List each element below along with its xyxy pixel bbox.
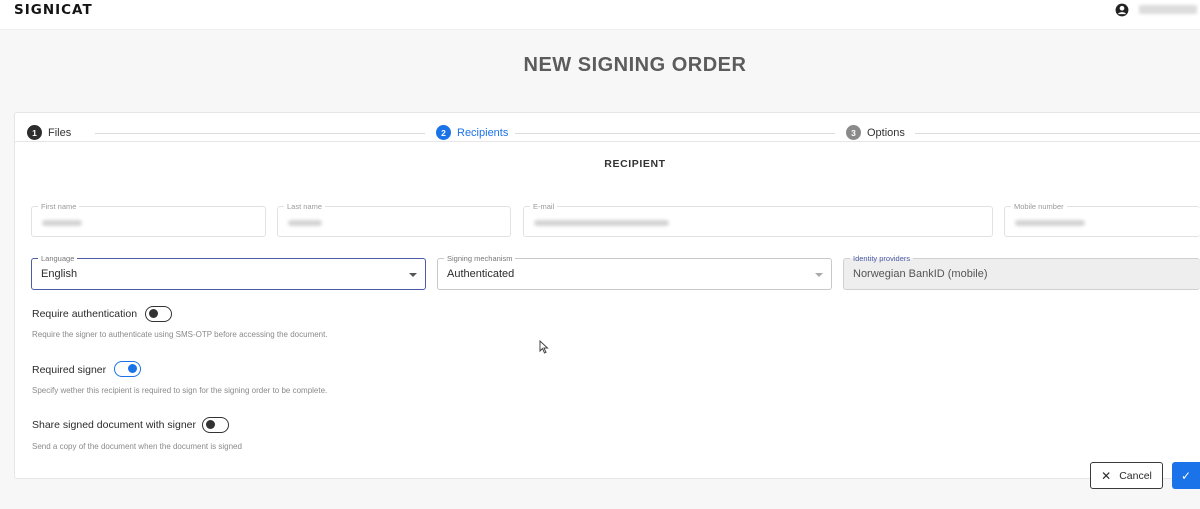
step-connector [95,133,425,134]
required-signer-description: Specify wether this recipient is require… [32,386,328,395]
identity-providers-select[interactable]: Identity providers Norwegian BankID (mob… [843,254,1200,290]
confirm-button[interactable]: ✓ [1172,462,1200,489]
identity-providers-label: Identity providers [850,254,914,263]
email-value-blurred [534,220,669,226]
mouse-cursor-icon [539,340,549,354]
first-name-field[interactable]: First name [31,202,266,237]
language-select[interactable]: Language English [31,254,426,290]
email-field[interactable]: E-mail [523,202,993,237]
step-label-files: Files [48,126,72,139]
toggle-knob [149,309,158,318]
require-authentication-description: Require the signer to authenticate using… [32,330,328,339]
check-icon: ✓ [1180,468,1192,483]
last-name-label: Last name [284,202,326,211]
step-files[interactable]: 1 Files [27,125,71,140]
signing-mechanism-label: Signing mechanism [444,254,516,263]
require-authentication-toggle[interactable] [145,306,172,322]
cancel-label: Cancel [1119,469,1152,482]
email-label: E-mail [530,202,558,211]
step-options[interactable]: 3 Options [846,125,905,140]
step-label-recipients: Recipients [457,126,509,139]
step-number-3: 3 [846,125,861,140]
toggle-knob [206,420,215,429]
share-signed-document-toggle[interactable] [202,417,229,433]
chevron-down-icon [815,273,823,277]
step-connector [515,133,835,134]
user-name-blurred[interactable] [1139,5,1197,14]
first-name-value-blurred [42,220,82,226]
require-authentication-title: Require authentication [32,308,138,320]
mobile-number-label: Mobile number [1011,202,1067,211]
signicat-logo[interactable]: SIGNICAT [14,2,93,18]
step-number-2: 2 [436,125,451,140]
language-label: Language [38,254,78,263]
required-signer-toggle[interactable] [114,361,141,377]
identity-providers-value: Norwegian BankID (mobile) [853,268,988,280]
mobile-number-value-blurred [1015,220,1085,226]
toggle-knob [128,364,137,373]
page-title: NEW SIGNING ORDER [523,54,747,76]
close-icon: ✕ [1101,468,1112,483]
first-name-label: First name [38,202,80,211]
required-signer-title: Required signer [32,364,107,376]
last-name-field[interactable]: Last name [277,202,511,237]
cancel-button[interactable]: ✕ Cancel [1090,462,1163,489]
step-number-1: 1 [27,125,42,140]
recipient-title: RECIPIENT [604,158,666,170]
account-circle-icon[interactable] [1115,3,1129,17]
signing-mechanism-value: Authenticated [447,268,515,280]
last-name-value-blurred [288,220,322,226]
signing-mechanism-select[interactable]: Signing mechanism Authenticated [437,254,832,290]
mobile-number-field[interactable]: Mobile number [1004,202,1200,237]
chevron-down-icon [409,273,417,277]
step-connector [915,133,1200,134]
share-signed-document-title: Share signed document with signer [32,419,197,431]
step-recipients[interactable]: 2 Recipients [436,125,508,140]
step-label-options: Options [867,126,905,139]
top-bar: SIGNICAT [0,0,1200,30]
share-signed-document-description: Send a copy of the document when the doc… [32,442,242,451]
language-value: English [41,268,78,280]
